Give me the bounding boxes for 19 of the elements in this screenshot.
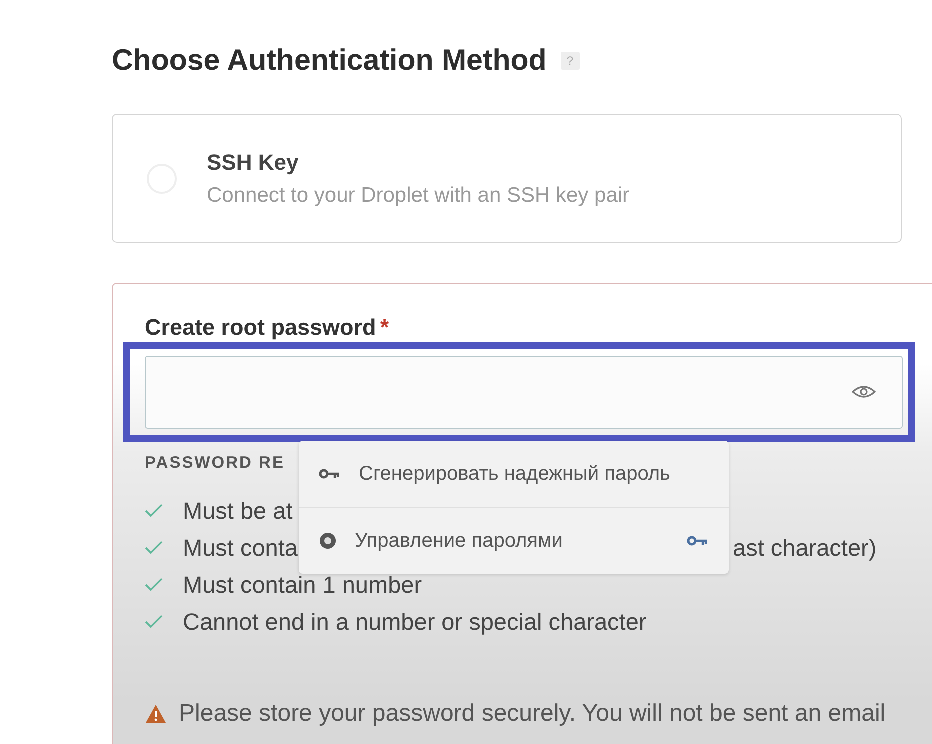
- requirements-heading: PASSWORD RE: [145, 453, 285, 473]
- browser-icon: [319, 532, 337, 550]
- password-field[interactable]: [145, 356, 903, 428]
- requirement-text: Must conta: [183, 534, 299, 562]
- menu-item[interactable]: Сгенерировать надежный пароль: [299, 441, 729, 507]
- requirement-text: Cannot end in a number or special character: [183, 608, 648, 636]
- requirement-text: Must be at: [183, 496, 294, 524]
- field-label: Create root password *: [145, 314, 390, 342]
- option-card[interactable]: SSH Key Connect to your Droplet with an SSH key pair: [112, 114, 902, 243]
- warning-icon: [145, 704, 167, 724]
- section-title: Choose Authentication Method: [112, 44, 547, 78]
- menu-item[interactable]: Управление паролями: [299, 507, 729, 574]
- option-title: SSH Key: [207, 150, 300, 176]
- eye-icon[interactable]: [852, 385, 876, 399]
- option-description: Connect to your Droplet with an SSH key pair: [207, 184, 630, 208]
- warning-text: Please store your password securely. You will not be sent an email: [179, 700, 886, 728]
- requirement-text: ast character): [733, 534, 878, 562]
- key-icon: [687, 536, 709, 546]
- key-icon: [319, 469, 341, 479]
